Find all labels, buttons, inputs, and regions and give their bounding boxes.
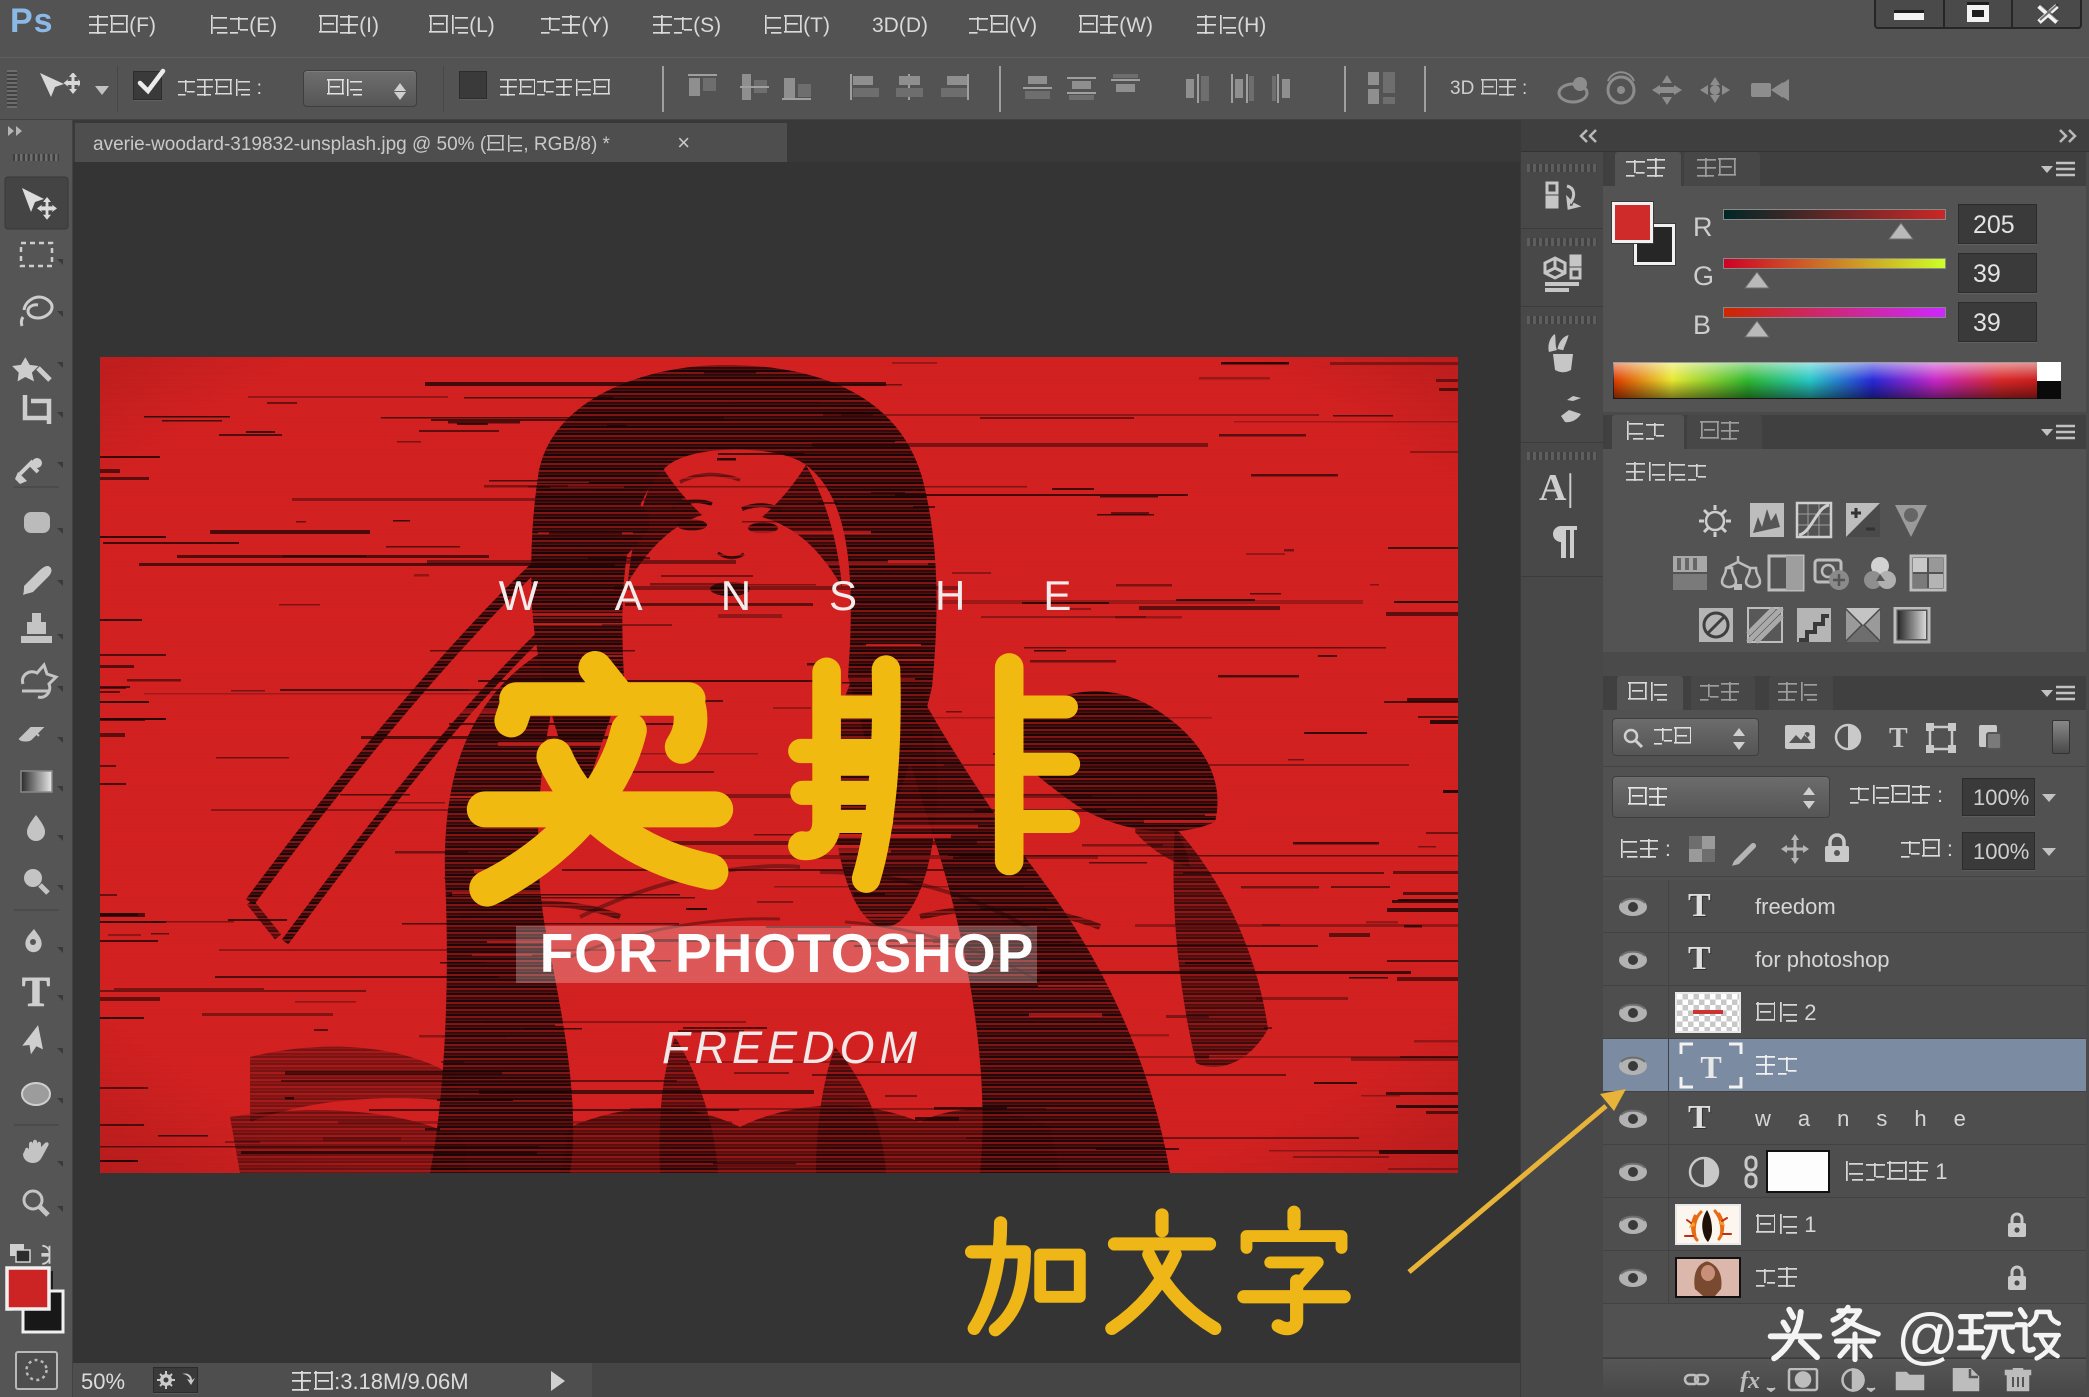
svg-text:T: T bbox=[22, 970, 50, 1016]
svg-text:WANSHE: WANSHE bbox=[499, 572, 1150, 619]
svg-text:T: T bbox=[1889, 723, 1908, 753]
svg-text:fx: fx bbox=[1740, 1368, 1760, 1392]
svg-text:FREEDOM: FREEDOM bbox=[662, 1022, 922, 1073]
svg-text:FOR PHOTOSHOP: FOR PHOTOSHOP bbox=[540, 922, 1035, 984]
svg-text:T: T bbox=[1700, 1049, 1721, 1085]
